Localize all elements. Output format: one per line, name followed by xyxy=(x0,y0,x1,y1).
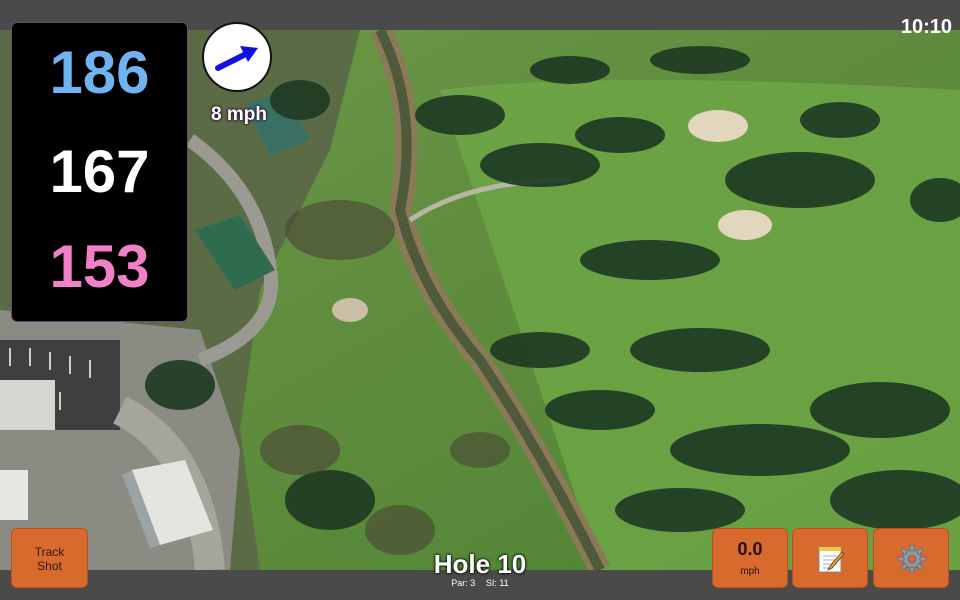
distance-panel: 186 167 153 xyxy=(11,22,188,322)
par-label: Par: 3 xyxy=(451,578,476,588)
stroke-index-label: SI: 11 xyxy=(485,578,509,588)
track-shot-button[interactable]: Track Shot xyxy=(11,528,88,588)
notes-button[interactable] xyxy=(792,528,868,588)
hole-title: Hole 10 xyxy=(433,549,527,579)
speed-unit: mph xyxy=(740,566,760,577)
gear-icon xyxy=(897,544,927,574)
middle-distance: 167 xyxy=(49,138,150,205)
notepad-icon xyxy=(818,546,845,573)
settings-button[interactable] xyxy=(873,528,949,588)
front-distance: 153 xyxy=(49,233,150,300)
speed-button[interactable]: 0.0 mph xyxy=(712,528,788,588)
track-shot-label: Track Shot xyxy=(34,545,65,573)
hole-details: Par: 3 SI: 11 xyxy=(380,578,580,589)
wind-direction-dial xyxy=(202,22,272,92)
wind-arrow-icon xyxy=(215,46,258,71)
speed-value: 0.0 xyxy=(737,539,763,559)
wind-speed: 8 mph xyxy=(211,104,267,125)
back-distance: 186 xyxy=(49,39,150,106)
app-screen: 10:10 186 167 153 8 mph Track Shot Hole … xyxy=(0,0,960,600)
clock: 10:10 xyxy=(900,16,952,38)
